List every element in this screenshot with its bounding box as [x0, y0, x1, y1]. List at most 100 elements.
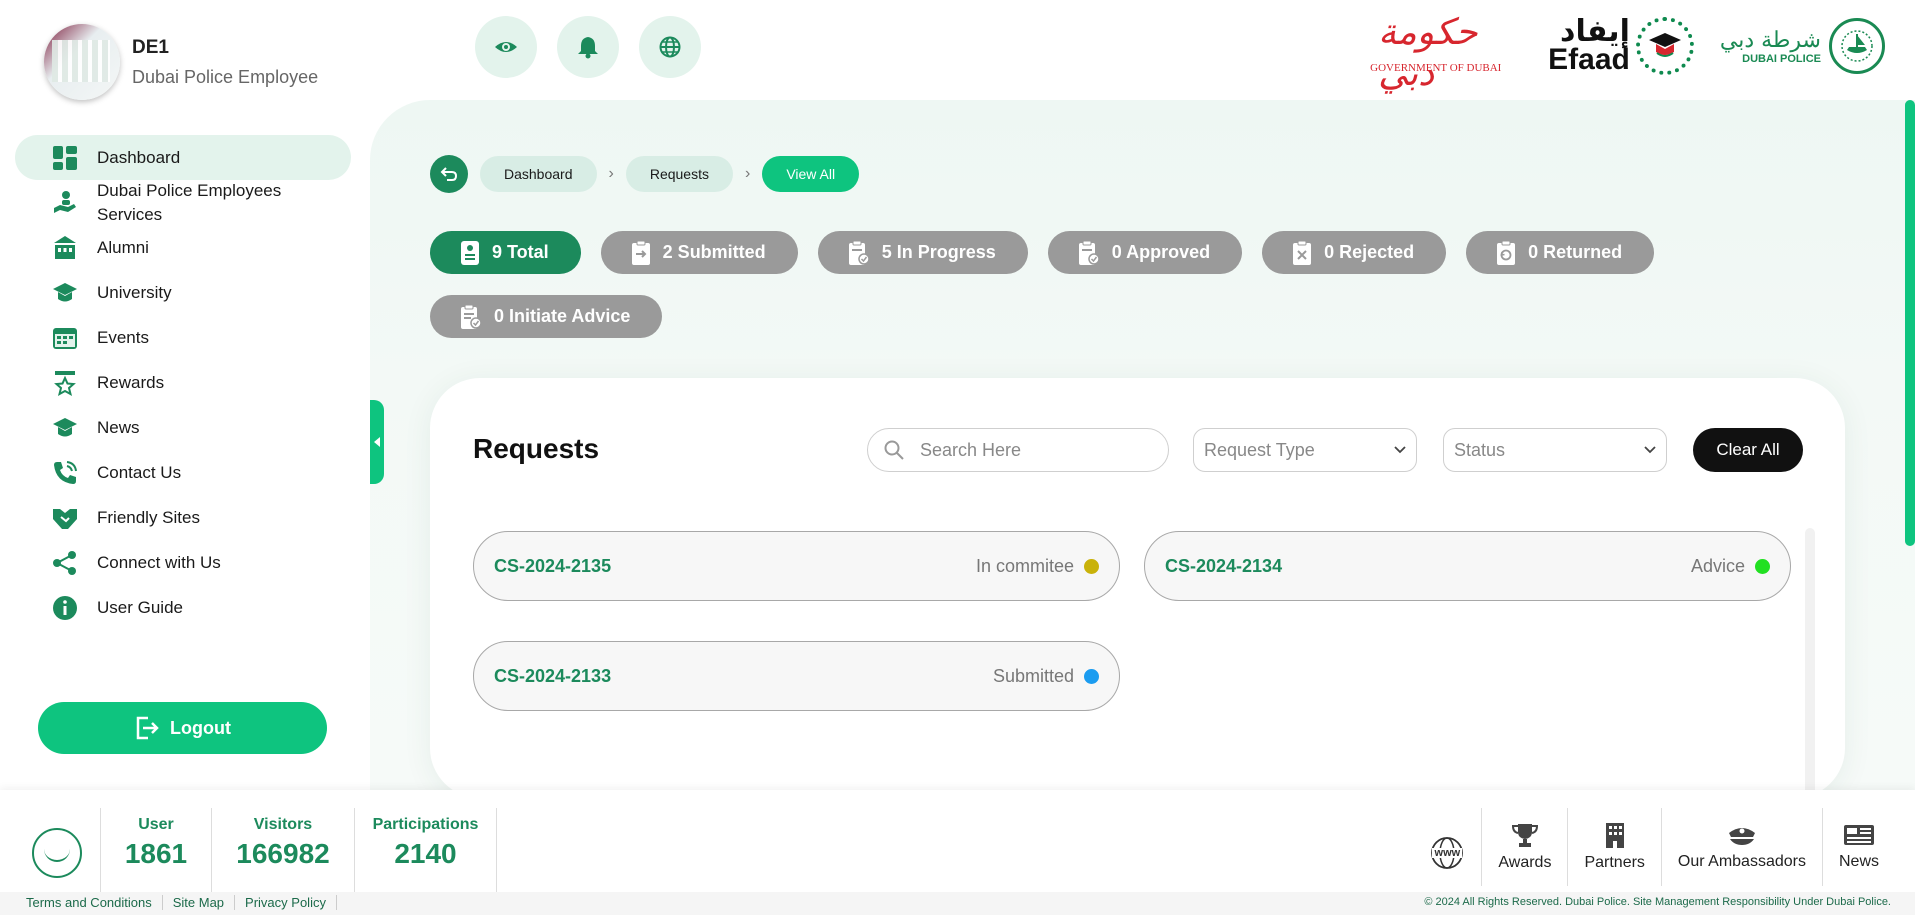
filter-label: 0 Rejected [1324, 242, 1415, 262]
filter-in-progress[interactable]: 5 In Progress [817, 231, 1028, 274]
gov-logo-english: GOVERNMENT OF DUBAI [1370, 62, 1502, 74]
counter-participations: Participations 2140 [354, 808, 497, 894]
back-button[interactable] [430, 155, 468, 193]
page-scrollbar-thumb[interactable] [1905, 100, 1915, 546]
share-icon [51, 549, 79, 577]
sidebar-item-university[interactable]: University [15, 270, 351, 315]
breadcrumb-dashboard[interactable]: Dashboard [480, 156, 597, 192]
clipboard-x-icon [1292, 240, 1312, 266]
request-item[interactable]: CS-2024-2135 In commitee [473, 531, 1120, 601]
page-scrollbar[interactable] [1905, 100, 1915, 790]
footer-link-ambassadors[interactable]: Our Ambassadors [1662, 808, 1823, 886]
sidebar-item-label: User Guide [97, 597, 183, 617]
footer-link-website[interactable]: www [1413, 808, 1483, 886]
logout-icon [136, 716, 159, 740]
chevron-right-icon: › [608, 165, 614, 182]
page: DE1 Dubai Police Employee Dashboard Duba… [0, 0, 1915, 915]
filter-label: 5 In Progress [881, 242, 996, 262]
police-cap-icon [1728, 828, 1755, 845]
status-value: Status [1454, 439, 1506, 460]
filter-label: 0 Returned [1528, 242, 1623, 262]
avatar[interactable] [44, 24, 120, 100]
clipboard-advice-icon [460, 304, 482, 330]
request-item[interactable]: CS-2024-2134 Advice [1144, 531, 1791, 601]
sidebar-item-label: Connect with Us [97, 552, 221, 572]
requests-scrollbar[interactable] [1805, 528, 1815, 798]
requests-card: Requests Request Type Status Clear All C… [430, 378, 1845, 798]
sidebar-item-contact-us[interactable]: Contact Us [15, 450, 351, 495]
search-box[interactable] [867, 428, 1169, 472]
filter-total[interactable]: 9 Total [430, 231, 581, 274]
filter-rejected[interactable]: 0 Rejected [1262, 231, 1447, 274]
profile-role: Dubai Police Employee [132, 66, 319, 87]
back-arrow-icon [440, 167, 458, 181]
sidebar-item-friendly-sites[interactable]: Friendly Sites [15, 495, 351, 540]
status-dot [1084, 668, 1099, 684]
filter-label: 0 Approved [1111, 242, 1211, 262]
filter-initiate-advice[interactable]: 0 Initiate Advice [430, 295, 663, 338]
filter-approved[interactable]: 0 Approved [1047, 231, 1243, 274]
copyright-text: © 2024 All Rights Reserved. Dubai Police… [1424, 896, 1891, 908]
chevron-down-icon [1644, 446, 1656, 454]
graduation-cap-icon [51, 279, 79, 307]
search-input[interactable] [920, 439, 1140, 461]
language-button[interactable] [639, 16, 701, 78]
user-profile[interactable]: DE1 Dubai Police Employee [44, 24, 318, 100]
bell-icon [578, 37, 598, 59]
filter-returned[interactable]: 0 Returned [1466, 231, 1655, 274]
filter-label: 0 Initiate Advice [494, 306, 631, 326]
notifications-button[interactable] [557, 16, 619, 78]
search-icon [884, 440, 904, 460]
dp-logo-arabic: شرطة دبي [1719, 27, 1821, 53]
sidebar-item-alumni[interactable]: Alumni [15, 225, 351, 270]
privacy-link[interactable]: Privacy Policy [235, 895, 337, 910]
sidebar: DE1 Dubai Police Employee Dashboard Duba… [0, 0, 370, 790]
sidebar-collapse-toggle[interactable] [370, 400, 384, 484]
request-id: CS-2024-2135 [494, 555, 612, 576]
sidebar-item-rewards[interactable]: Rewards [15, 360, 351, 405]
header-actions [475, 16, 701, 78]
counter-visitors: Visitors 166982 [211, 808, 354, 894]
breadcrumb-requests[interactable]: Requests [625, 156, 733, 192]
efaad-logo[interactable]: إيفاد Efaad [1548, 17, 1694, 75]
caret-left-icon [374, 437, 380, 447]
request-type-select[interactable]: Request Type [1193, 428, 1417, 472]
footer-link-awards[interactable]: Awards [1482, 808, 1569, 886]
government-of-dubai-logo[interactable]: حكومة دبي GOVERNMENT OF DUBAI [1370, 12, 1522, 94]
terms-link[interactable]: Terms and Conditions [16, 895, 163, 910]
request-item[interactable]: CS-2024-2133 Submitted [473, 641, 1120, 711]
accessibility-button[interactable] [475, 16, 537, 78]
sidebar-item-label: News [97, 417, 140, 437]
footer-link-news[interactable]: News [1823, 808, 1895, 886]
logout-label: Logout [170, 717, 231, 738]
dubai-police-logo[interactable]: شرطة دبي DUBAI POLICE [1720, 18, 1885, 74]
sidebar-item-employees-services[interactable]: Dubai Police Employees Services [15, 180, 351, 225]
sidebar-item-label: Dubai Police Employees Services [96, 180, 282, 224]
newspaper-icon [1843, 825, 1874, 845]
counter-label: Participations [372, 816, 479, 833]
logout-button[interactable]: Logout [38, 702, 327, 754]
sidebar-item-label: Friendly Sites [97, 507, 200, 527]
calendar-icon [51, 324, 79, 352]
sidebar-item-news[interactable]: News [15, 405, 351, 450]
status-select[interactable]: Status [1443, 428, 1667, 472]
dashboard-icon [51, 144, 79, 172]
chevron-down-icon [1394, 446, 1406, 454]
smiley-icon[interactable] [32, 828, 82, 878]
footer-link-partners[interactable]: Partners [1568, 808, 1662, 886]
clipboard-check-icon [848, 240, 870, 266]
sidebar-item-dashboard[interactable]: Dashboard [15, 135, 351, 180]
header-logos: حكومة دبي GOVERNMENT OF DUBAI إيفاد Efaa… [1370, 12, 1885, 94]
clear-all-button[interactable]: Clear All [1693, 428, 1803, 472]
filter-submitted[interactable]: 2 Submitted [600, 231, 798, 274]
sidebar-item-user-guide[interactable]: User Guide [15, 585, 351, 630]
profile-name: DE1 [132, 36, 169, 58]
sidebar-item-connect[interactable]: Connect with Us [15, 540, 351, 585]
counter-user: User 1861 [100, 808, 211, 894]
star-icon [51, 369, 79, 397]
clipboard-approved-icon [1078, 240, 1100, 266]
www-label: www [1434, 847, 1461, 859]
sidebar-item-events[interactable]: Events [15, 315, 351, 360]
sitemap-link[interactable]: Site Map [163, 895, 236, 910]
breadcrumb-view-all[interactable]: View All [762, 156, 860, 192]
